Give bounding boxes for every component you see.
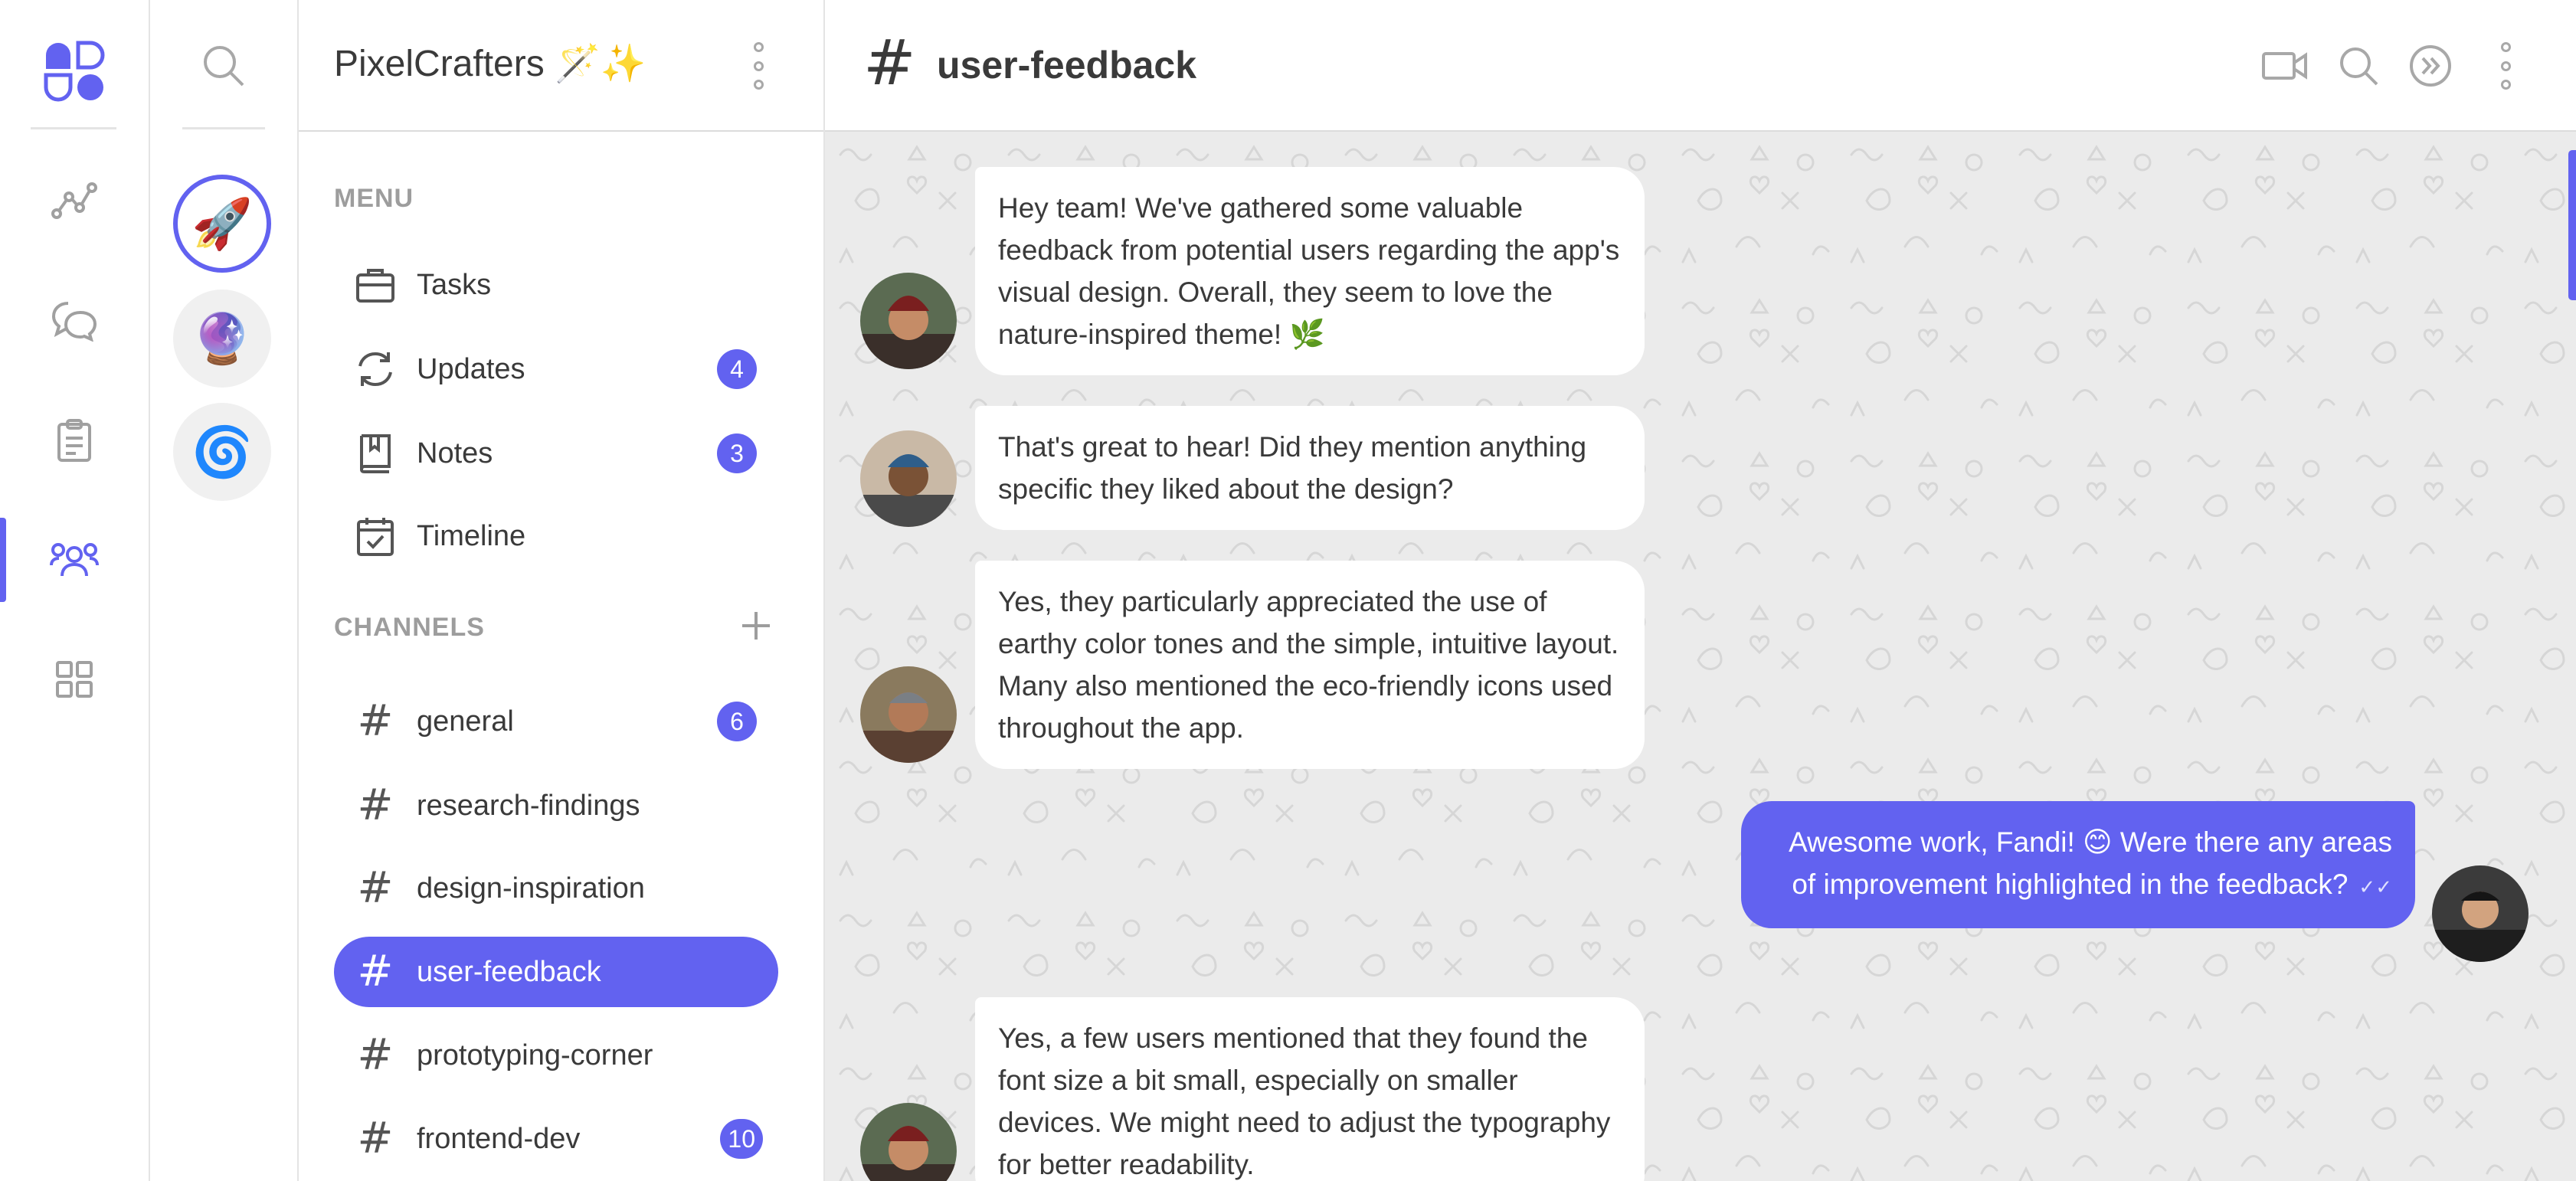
avatar[interactable]	[860, 430, 957, 527]
rocket-icon: 🚀	[191, 195, 253, 253]
message-text: Awesome work, Fandi! 😊 Were there any ar…	[1789, 826, 2392, 900]
message-bubble: Yes, they particularly appreciated the u…	[975, 561, 1645, 769]
channel-label: frontend-dev	[417, 1122, 581, 1155]
chat-icon[interactable]	[47, 294, 101, 348]
calendar-icon	[354, 515, 397, 558]
own-message-bubble: Awesome work, Fandi! 😊 Were there any ar…	[1741, 801, 2415, 928]
search-icon[interactable]	[196, 38, 250, 92]
galaxy-icon: 🌀	[191, 424, 253, 481]
unread-badge: 4	[717, 349, 757, 389]
analytics-icon[interactable]	[47, 175, 101, 228]
channel-item-research-findings[interactable]: # research-findings	[334, 770, 778, 841]
video-icon[interactable]	[2257, 38, 2313, 93]
hash-icon: #	[357, 947, 394, 996]
hash-icon: #	[357, 696, 394, 746]
workspace-header: PixelCrafters 🪄✨	[299, 0, 823, 132]
avatar[interactable]	[2432, 865, 2529, 962]
rail-divider	[182, 127, 265, 129]
chat-main: # user-feedback Hey team! We've gathered…	[825, 0, 2576, 1181]
team-icon[interactable]	[47, 533, 101, 587]
menu-item-tasks[interactable]: Tasks	[334, 250, 778, 320]
crystal-ball-icon: 🔮	[191, 310, 253, 368]
search-icon[interactable]	[2331, 38, 2386, 93]
channel-label: general	[417, 705, 514, 738]
menu-item-timeline[interactable]: Timeline	[334, 501, 778, 571]
channel-item-frontend-dev[interactable]: # frontend-dev 10	[334, 1104, 778, 1174]
server-rail: 🚀 🔮 🌀	[150, 0, 299, 1181]
server-crystal-ball[interactable]: 🔮	[173, 290, 271, 388]
message-list[interactable]: Hey team! We've gathered some valuable f…	[825, 132, 2576, 1181]
briefcase-icon	[354, 263, 397, 306]
channel-item-general[interactable]: # general 6	[334, 686, 778, 757]
hash-icon: #	[357, 780, 394, 830]
channel-sidebar: PixelCrafters 🪄✨ MENU Tasks Updates 4 No…	[299, 0, 825, 1181]
chat-header: # user-feedback	[825, 0, 2576, 132]
hash-icon: #	[357, 1030, 394, 1080]
app-logo-icon[interactable]	[43, 40, 106, 103]
menu-item-updates[interactable]: Updates 4	[334, 334, 778, 404]
rail-active-indicator	[0, 518, 6, 602]
server-galaxy[interactable]: 🌀	[173, 403, 271, 501]
menu-item-label: Tasks	[417, 268, 492, 301]
grid-icon[interactable]	[47, 653, 101, 706]
message-bubble: That's great to hear! Did they mention a…	[975, 406, 1645, 530]
message-bubble: Hey team! We've gathered some valuable f…	[975, 167, 1645, 375]
menu-item-notes[interactable]: Notes 3	[334, 418, 778, 489]
avatar[interactable]	[860, 666, 957, 763]
workspace-title[interactable]: PixelCrafters 🪄✨	[334, 41, 646, 85]
channel-label: prototyping-corner	[417, 1039, 653, 1071]
refresh-icon	[354, 348, 397, 391]
hash-icon: #	[357, 1114, 394, 1163]
add-channel-icon[interactable]	[740, 610, 772, 646]
avatar[interactable]	[860, 273, 957, 369]
scrollbar-thumb[interactable]	[2568, 150, 2576, 300]
clipboard-icon[interactable]	[47, 414, 101, 467]
hash-icon: #	[863, 27, 916, 100]
channel-label: research-findings	[417, 789, 640, 822]
menu-item-label: Timeline	[417, 519, 526, 552]
unread-badge: 10	[720, 1119, 763, 1159]
channel-item-design-inspiration[interactable]: # design-inspiration	[334, 853, 778, 924]
rail-divider	[31, 127, 116, 129]
workspace-more-icon[interactable]	[752, 42, 764, 90]
channel-item-prototyping-corner[interactable]: # prototyping-corner	[334, 1020, 778, 1091]
unread-badge: 3	[717, 433, 757, 473]
forward-icon[interactable]	[2403, 38, 2458, 93]
channel-title: user-feedback	[937, 44, 1197, 87]
more-icon[interactable]	[2499, 42, 2512, 90]
menu-section-label: MENU	[334, 184, 414, 213]
channel-label: design-inspiration	[417, 872, 645, 905]
menu-item-label: Notes	[417, 437, 493, 469]
message-bubble: Yes, a few users mentioned that they fou…	[975, 997, 1645, 1181]
channel-label: user-feedback	[417, 955, 601, 988]
server-rocket[interactable]: 🚀	[173, 175, 271, 273]
unread-badge: 6	[717, 702, 757, 741]
channel-item-user-feedback[interactable]: # user-feedback	[334, 937, 778, 1007]
channels-section-label: CHANNELS	[334, 613, 485, 642]
app-rail	[0, 0, 150, 1181]
read-receipt-icon: ✓✓	[2358, 875, 2392, 898]
hash-icon: #	[357, 863, 394, 913]
menu-item-label: Updates	[417, 352, 525, 385]
book-icon	[354, 432, 397, 475]
